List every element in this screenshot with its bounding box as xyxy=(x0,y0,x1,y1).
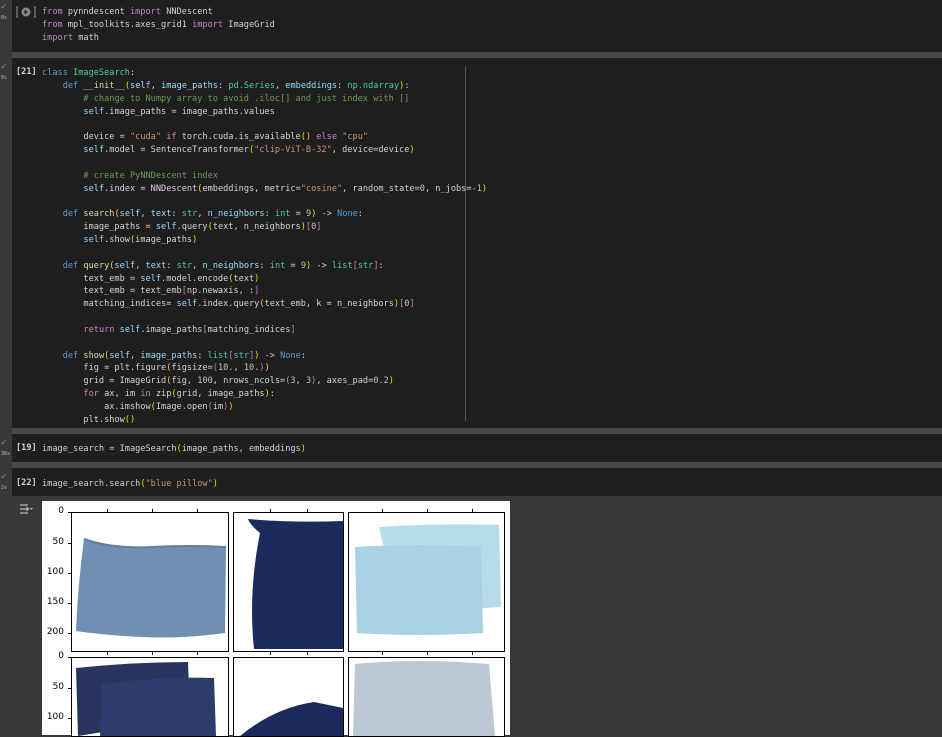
result-image-3 xyxy=(348,512,505,652)
execution-count: [22] xyxy=(16,478,37,488)
code-block[interactable]: image_search.search("blue pillow") xyxy=(42,478,218,491)
code-block[interactable]: image_search = ImageSearch(image_paths, … xyxy=(42,443,306,456)
check-icon: ✓ xyxy=(1,438,7,448)
output-toggle-icon[interactable] xyxy=(19,504,33,514)
exec-time: 0s xyxy=(1,15,8,21)
exec-time: 36s xyxy=(1,451,11,457)
check-icon: ✓ xyxy=(1,62,7,72)
output-figure: 0 50 100 150 200 0 50 100 xyxy=(42,501,510,737)
code-cell-imports[interactable]: ✓ 0s from pynndescent import NNDescent f… xyxy=(0,0,942,52)
ytick: 0 xyxy=(58,651,64,661)
play-run-icon[interactable] xyxy=(16,6,36,18)
code-cell-instantiate[interactable]: ✓ 36s [19] image_search = ImageSearch(im… xyxy=(0,434,942,462)
result-image-2 xyxy=(233,512,344,652)
code-cell-imagesearch-class[interactable]: ✓ 0s [21] class ImageSearch: def __init_… xyxy=(0,58,942,428)
code-cell-search[interactable]: ✓ 2s [22] image_search.search("blue pill… xyxy=(0,468,942,496)
execution-count: [19] xyxy=(16,443,37,453)
result-image-5 xyxy=(233,657,344,737)
execution-count: [21] xyxy=(16,67,37,77)
ytick: 100 xyxy=(46,712,64,722)
result-image-4 xyxy=(71,657,229,737)
code-block[interactable]: class ImageSearch: def __init__(self, im… xyxy=(42,67,487,427)
check-icon: ✓ xyxy=(1,472,7,482)
result-image-1 xyxy=(71,512,229,652)
exec-time: 2s xyxy=(1,485,8,491)
ytick: 0 xyxy=(58,506,64,516)
ytick: 50 xyxy=(52,682,64,692)
exec-time: 0s xyxy=(1,75,8,81)
ytick: 50 xyxy=(52,537,64,547)
ytick: 150 xyxy=(46,597,64,607)
result-image-6 xyxy=(348,657,505,737)
code-block[interactable]: from pynndescent import NNDescent from m… xyxy=(42,6,275,45)
ytick: 100 xyxy=(46,567,64,577)
ytick: 200 xyxy=(46,627,64,637)
check-icon: ✓ xyxy=(1,2,7,12)
